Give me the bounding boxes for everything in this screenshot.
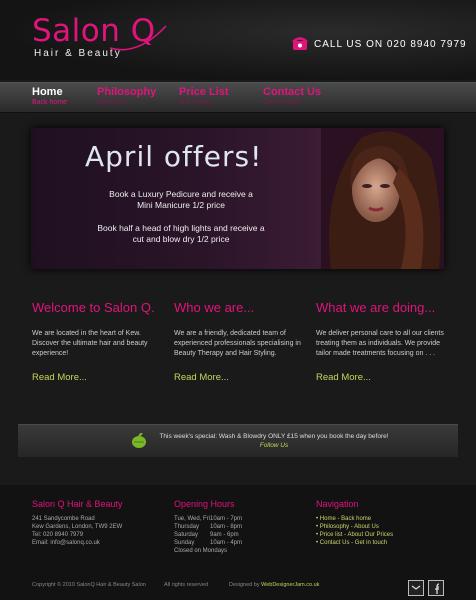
footer-hours: Opening Hours Tue, Wed, Fri 10am - 7pm Th… (174, 499, 242, 555)
nav-home[interactable]: Home Back home (32, 86, 67, 107)
phone-contact[interactable]: CALL US ON 020 8940 7979 (292, 37, 467, 51)
read-more-link[interactable]: Read More... (32, 372, 87, 383)
phone-text: CALL US ON 020 8940 7979 (314, 38, 467, 50)
footer-contact: Salon Q Hair & Beauty 241 Sandycombe Roa… (32, 499, 123, 547)
hours-row: Sunday 10am - 4pm (174, 540, 243, 546)
read-more-link[interactable]: Read More... (316, 372, 371, 383)
copyright-text: Copyright © 2010 SalonQ Hair & Beauty Sa… (32, 582, 146, 588)
hero-offer-line: Book half a head of high lights and rece… (97, 223, 265, 233)
weekly-special-bar: This week's special: Wash & Blowdry ONLY… (18, 424, 458, 457)
designed-by: Designed by WebDesignerJam.co.uk (229, 582, 320, 588)
address-line: Kew Gardens, London, TW9 2EW (32, 524, 123, 530)
closed-note: Closed on Mondays (174, 548, 228, 554)
bottom-bar: Copyright © 2010 SalonQ Hair & Beauty Sa… (0, 578, 476, 600)
column-title: Welcome to Salon Q. (32, 300, 155, 315)
leaf-icon (132, 433, 146, 448)
phone-icon (292, 37, 308, 50)
hours-row: Thursday 10am - 8pm (174, 524, 243, 530)
hero-offer-line: cut and blow dry 1/2 price (132, 234, 230, 244)
hero-title: April offers! (85, 140, 263, 173)
what-we-do-column: What we are doing... We deliver personal… (316, 300, 446, 359)
site-header: Salon Q Hair & Beauty CALL US ON 020 894… (0, 0, 476, 80)
hours-row: Saturday 9am - 6pm (174, 532, 239, 538)
footer-nav-link[interactable]: • Price list - About Our Prices (316, 531, 393, 539)
designer-link[interactable]: WebDesignerJam.co.uk (261, 582, 319, 588)
phone-line: Tel: 020 8940 7979 (32, 532, 84, 538)
read-more-link[interactable]: Read More... (174, 372, 229, 383)
weekly-special-text: This week's special: Wash & Blowdry ONLY… (159, 433, 389, 449)
facebook-icon[interactable] (428, 580, 444, 596)
column-text: We are located in the heart of Kew. Disc… (32, 330, 148, 357)
logo-swoosh (109, 25, 167, 51)
rights-text: All rights reserved (164, 582, 209, 588)
hero-banner[interactable]: April offers! Book a Luxury Pedicure and… (31, 128, 444, 269)
footer-contact-title: Salon Q Hair & Beauty (32, 499, 123, 509)
welcome-column: Welcome to Salon Q. We are located in th… (32, 300, 162, 359)
footer-nav-link[interactable]: • Contact Us - Get in touch (316, 539, 393, 547)
column-text: We deliver personal care to all our clie… (316, 330, 444, 357)
footer-navigation: Navigation • Home - Back home • Philosop… (316, 499, 393, 547)
main-nav: Home Back home Philosophy About Us Price… (0, 82, 476, 113)
nav-philosophy[interactable]: Philosophy About Us (97, 86, 156, 107)
email-link[interactable]: Email: info@salonq.co.uk (32, 539, 123, 547)
footer-nav-link[interactable]: • Philosophy - About Us (316, 523, 393, 531)
column-title: Who we are... (174, 300, 255, 315)
hero-offer-line: Mini Manicure 1/2 price (137, 200, 225, 210)
footer-nav-title: Navigation (316, 499, 359, 509)
who-we-are-column: Who we are... We are a friendly, dedicat… (174, 300, 304, 359)
hero-offer-line: Book a Luxury Pedicure and receive a (109, 189, 253, 199)
model-photo (321, 128, 444, 269)
footer-hours-title: Opening Hours (174, 499, 235, 509)
twitter-icon[interactable] (408, 580, 424, 596)
address-line: 241 Sandycombe Road (32, 516, 95, 522)
hours-row: Tue, Wed, Fri 10am - 7pm (174, 516, 243, 522)
nav-price-list[interactable]: Price List Our Prices (179, 86, 229, 107)
footer-nav-link[interactable]: • Home - Back home (316, 515, 393, 523)
column-title: What we are doing... (316, 300, 436, 315)
nav-contact-us[interactable]: Contact Us Get in touch (263, 86, 321, 107)
follow-us-link[interactable]: Follow Us (260, 442, 289, 449)
column-text: We are a friendly, dedicated team of exp… (174, 330, 301, 357)
